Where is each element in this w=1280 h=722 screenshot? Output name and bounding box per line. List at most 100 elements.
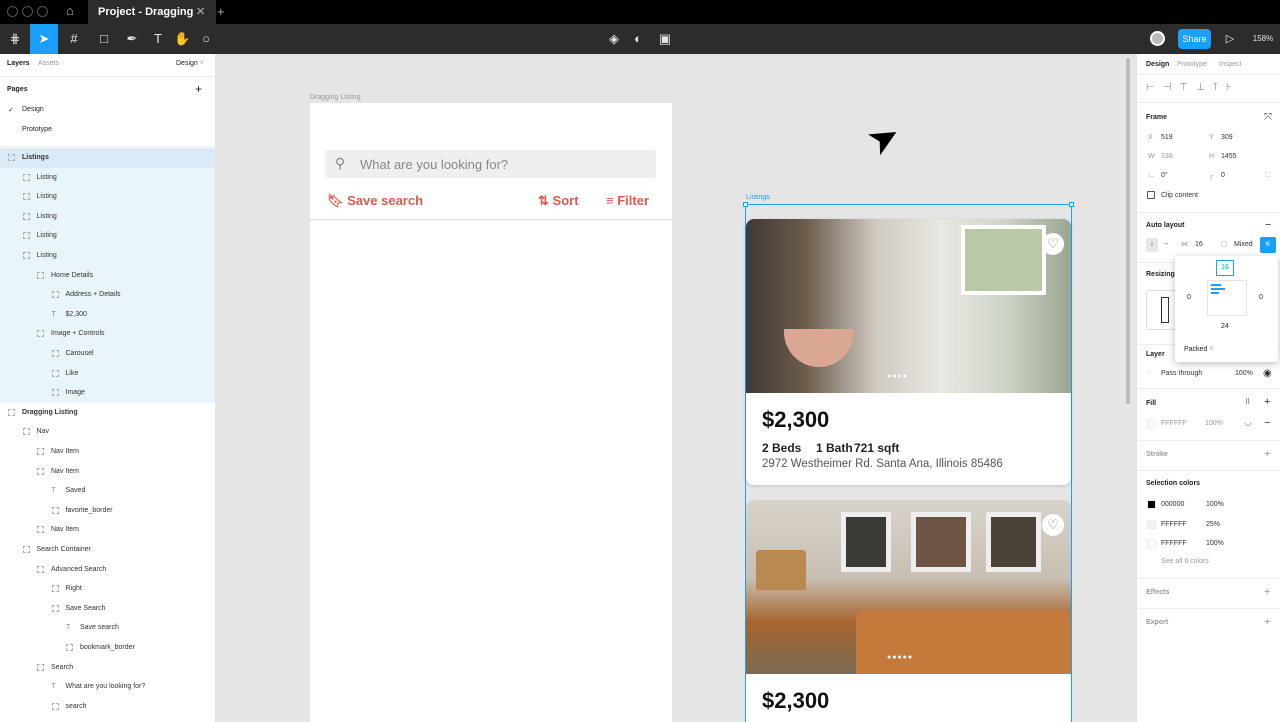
layer-row[interactable]: search <box>0 697 215 717</box>
layer-row[interactable]: Dragging Listing <box>0 403 215 423</box>
add-stroke-icon[interactable]: + <box>1264 448 1270 460</box>
color-hex[interactable]: 000000 <box>1161 501 1184 508</box>
autolayout-section-title[interactable]: Auto layout <box>1146 222 1185 229</box>
new-tab-button[interactable]: + <box>217 4 225 19</box>
padding-input[interactable]: Mixed <box>1234 241 1253 248</box>
w-input[interactable]: 338 <box>1161 153 1173 160</box>
zoom-level[interactable]: 158% <box>1248 24 1278 54</box>
tab-assets[interactable]: Assets <box>38 60 59 67</box>
page-item-design[interactable]: Design <box>22 106 44 113</box>
layer-row[interactable]: favorite_border <box>0 501 215 521</box>
remove-autolayout-icon[interactable]: − <box>1265 219 1271 231</box>
tab-prototype[interactable]: Prototype <box>1177 61 1207 68</box>
color-swatch[interactable] <box>1147 539 1156 548</box>
close-window-button[interactable] <box>7 6 18 17</box>
tab-design[interactable]: Design <box>1146 61 1169 68</box>
layer-row[interactable]: T $2,300 <box>0 304 215 325</box>
layer-row[interactable]: Nav Item <box>0 442 215 462</box>
layer-row[interactable]: Listing <box>0 226 215 246</box>
move-tool-button[interactable]: ➤ <box>30 24 58 54</box>
layer-row[interactable]: T What are you looking for? <box>0 677 215 697</box>
layer-row[interactable]: bookmark_border <box>0 638 215 658</box>
eye-icon[interactable]: ◉ <box>1263 368 1272 379</box>
layer-row[interactable]: Image + Controls <box>0 324 215 344</box>
padding-left-input[interactable]: 0 <box>1187 294 1191 301</box>
frame-tool-icon[interactable]: # <box>62 24 86 54</box>
layer-row[interactable]: Listing <box>0 167 215 188</box>
share-button[interactable]: Share <box>1178 29 1211 49</box>
save-search-button[interactable]: 🔖︎ Save search <box>327 193 423 209</box>
independent-corners-icon[interactable]: ⛶ <box>1265 172 1270 180</box>
layer-row[interactable]: Listing <box>0 246 215 266</box>
layer-row[interactable]: Save Search <box>0 599 215 619</box>
filter-button[interactable]: ≡ Filter <box>606 193 649 208</box>
layer-row[interactable]: Like <box>0 363 215 384</box>
color-opacity[interactable]: 100% <box>1206 540 1224 547</box>
resize-frame-icon[interactable]: ⤧ <box>1264 112 1272 123</box>
resize-handle[interactable] <box>1069 202 1074 207</box>
add-effect-icon[interactable]: + <box>1264 586 1270 598</box>
layer-row[interactable]: Address + Details <box>0 285 215 305</box>
padding-bottom-input[interactable]: 24 <box>1221 323 1229 330</box>
layer-row[interactable]: Advanced Search <box>0 560 215 580</box>
figma-menu-icon[interactable]: ⋕ <box>4 24 26 54</box>
component-icon[interactable]: ◈ <box>606 24 622 54</box>
blend-mode-select[interactable]: Pass through <box>1161 370 1202 377</box>
maximize-window-button[interactable] <box>37 6 48 17</box>
like-heart-icon[interactable]: ♡ <box>1042 514 1064 536</box>
close-tab-icon[interactable]: ✕ <box>196 0 205 24</box>
text-tool-icon[interactable]: T <box>150 24 166 54</box>
add-page-button[interactable]: + <box>195 82 202 96</box>
tab-inspect[interactable]: Inspect <box>1219 61 1242 68</box>
alignment-settings-button[interactable]: ⚟ <box>1260 237 1276 253</box>
padding-top-input[interactable]: 16 <box>1216 260 1234 276</box>
horizontal-direction-button[interactable]: → <box>1162 240 1169 247</box>
layer-row[interactable]: Nav <box>0 422 215 442</box>
layer-row[interactable]: Right <box>0 579 215 599</box>
color-hex[interactable]: FFFFFF <box>1161 540 1187 547</box>
fill-styles-icon[interactable]: ⠿ <box>1245 398 1250 406</box>
layer-row[interactable]: Search <box>0 658 215 678</box>
add-fill-icon[interactable]: + <box>1264 396 1270 408</box>
layer-row[interactable]: Carousel <box>0 344 215 364</box>
radius-input[interactable]: 0 <box>1221 172 1225 179</box>
y-input[interactable]: 309 <box>1221 134 1233 141</box>
color-hex[interactable]: FFFFFF <box>1161 521 1187 528</box>
fill-opacity-input[interactable]: 100% <box>1205 420 1223 427</box>
pen-tool-icon[interactable]: ✒ <box>120 24 144 54</box>
x-input[interactable]: 519 <box>1161 134 1173 141</box>
color-opacity[interactable]: 100% <box>1206 501 1224 508</box>
shape-tool-icon[interactable]: □ <box>92 24 116 54</box>
layer-opacity-input[interactable]: 100% <box>1235 370 1253 377</box>
layer-row[interactable]: Home Details <box>0 265 215 286</box>
clip-content-checkbox[interactable] <box>1147 191 1155 199</box>
layer-row[interactable]: Search Container <box>0 540 215 560</box>
page-item-prototype[interactable]: Prototype <box>22 126 52 133</box>
canvas[interactable]: Dragging Listing ⚲ What are you looking … <box>216 54 1136 722</box>
color-swatch[interactable] <box>1147 519 1156 529</box>
frame-label-dragging[interactable]: Dragging Listing <box>310 94 361 101</box>
page-dropdown[interactable]: Design ˅ <box>176 60 204 67</box>
rotation-input[interactable]: 0° <box>1161 172 1168 179</box>
layer-row[interactable]: T Save search <box>0 618 215 638</box>
dragging-listing-frame[interactable]: ⚲ What are you looking for? 🔖︎ Save sear… <box>310 103 672 722</box>
remove-fill-icon[interactable]: − <box>1264 417 1270 429</box>
listing-card[interactable]: ♡ ●●●●● $2,300 <box>746 500 1071 722</box>
layer-row[interactable]: T Saved <box>0 481 215 501</box>
h-input[interactable]: 1455 <box>1221 153 1237 160</box>
layer-row[interactable]: Nav Item <box>0 520 215 540</box>
boolean-icon[interactable]: ▣ <box>654 24 676 54</box>
padding-right-input[interactable]: 0 <box>1259 294 1263 301</box>
frame-label-listings[interactable]: Listings <box>746 194 770 201</box>
minimize-window-button[interactable] <box>22 6 33 17</box>
home-icon[interactable]: ⌂ <box>66 3 74 18</box>
sort-button[interactable]: ⇅ Sort <box>538 193 579 209</box>
packed-dropdown[interactable]: Packed ˅ <box>1184 346 1213 353</box>
align-tools[interactable]: ⊢⊣⊤⊥⊺⊦ <box>1146 82 1239 93</box>
add-export-icon[interactable]: + <box>1264 616 1270 628</box>
tab-project[interactable]: Project - Dragging WIP ✕ <box>88 0 216 42</box>
color-swatch[interactable] <box>1147 500 1156 509</box>
layer-row[interactable]: Listings <box>0 148 215 168</box>
mask-icon[interactable]: ◐ <box>630 24 646 54</box>
carousel-dots[interactable]: ●●●● <box>887 373 908 380</box>
